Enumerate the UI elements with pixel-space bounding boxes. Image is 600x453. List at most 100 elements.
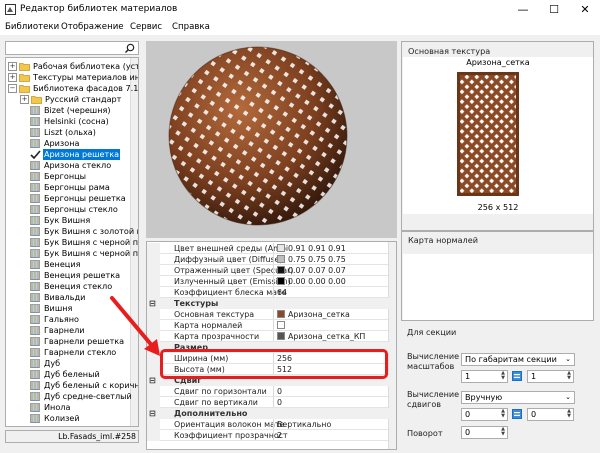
- shift-y-value: 0: [531, 409, 537, 419]
- search-icon[interactable]: [124, 43, 136, 54]
- link-scale-button[interactable]: [512, 371, 522, 381]
- material-icon: [30, 238, 40, 247]
- tree-item-label: Венеция: [44, 259, 81, 269]
- tree-item[interactable]: Венеция: [6, 259, 131, 270]
- scale-y-input[interactable]: 1 ▲ ▼: [527, 370, 574, 383]
- tree-item[interactable]: Бергонцы рама: [6, 182, 131, 193]
- tree-item-label: Helsinki (сосна): [44, 116, 109, 126]
- property-row[interactable]: Сдвиг по вертикали 0: [147, 397, 390, 408]
- property-row[interactable]: Отраженный цвет (Specular) 0.07 0.07 0.07: [147, 265, 390, 276]
- tree-item[interactable]: Bizet (черешня): [6, 105, 131, 116]
- property-value-text: 0: [277, 398, 283, 407]
- tree-item[interactable]: Бергонцы решетка: [6, 193, 131, 204]
- tree-item-label: Гальяно: [44, 314, 79, 324]
- tree-item[interactable]: Liszt (ольха): [6, 127, 131, 138]
- tree-item[interactable]: Бергонцы стекло: [6, 204, 131, 215]
- collapse-icon[interactable]: ⊟: [149, 408, 156, 419]
- shift-y-input[interactable]: 0 ▲ ▼: [527, 408, 574, 421]
- scale-x-input[interactable]: 1 ▲ ▼: [461, 370, 508, 383]
- collapse-icon[interactable]: ⊟: [149, 375, 156, 386]
- property-row[interactable]: Диффузный цвет (Diffuse) 0.75 0.75 0.75: [147, 254, 390, 265]
- shift-mode-select[interactable]: Вручную ⌄: [461, 391, 575, 404]
- material-icon: [30, 216, 40, 225]
- menu-help[interactable]: Справка: [172, 22, 210, 32]
- spin-arrows-icon[interactable]: ▲ ▼: [565, 409, 573, 420]
- material-icon: [30, 183, 40, 192]
- tree-item[interactable]: Аризона: [6, 138, 131, 149]
- expand-toggle-icon[interactable]: −: [8, 84, 17, 93]
- property-row[interactable]: Карта прозрачности Аризона_сетка_КП: [147, 331, 390, 342]
- menu-libraries[interactable]: Библиотеки: [5, 22, 59, 32]
- expand-toggle-icon[interactable]: +: [8, 73, 17, 82]
- shift-x-input[interactable]: 0 ▲ ▼: [461, 408, 508, 421]
- property-row[interactable]: Цвет внешней среды (Ambi 0.91 0.91 0.91: [147, 243, 390, 254]
- tree-item-label: Аризона: [44, 138, 80, 148]
- tree-item[interactable]: Инола: [6, 402, 131, 413]
- property-row[interactable]: Карта нормалей: [147, 320, 390, 331]
- tree-item[interactable]: Бук Вишня с черной пати: [6, 248, 138, 259]
- material-icon: [30, 260, 40, 269]
- tree-item[interactable]: Helsinki (сосна): [6, 116, 131, 127]
- spin-arrows-icon[interactable]: ▲ ▼: [499, 371, 507, 382]
- scale-mode-select[interactable]: По габаритам секции ⌄: [461, 353, 575, 366]
- tree-item[interactable]: + Рабочая библиотека (устаре: [6, 61, 138, 72]
- property-row[interactable]: Сдвиг по горизонтали 0: [147, 386, 390, 397]
- expand-toggle-icon[interactable]: +: [20, 95, 29, 104]
- tree-item[interactable]: Дуб беленый: [6, 369, 131, 380]
- tree-item-label: Колизей: [44, 413, 80, 423]
- tree-item-label: Русский стандарт: [45, 94, 122, 104]
- menu-service[interactable]: Сервис: [130, 22, 162, 32]
- spin-arrows-icon[interactable]: ▲ ▼: [499, 427, 507, 438]
- material-icon: [30, 106, 40, 115]
- color-swatch: [277, 266, 285, 274]
- maximize-button[interactable]: ☐: [539, 0, 569, 19]
- link-shift-button[interactable]: [512, 409, 522, 419]
- link-icon: [514, 412, 520, 416]
- tree-item[interactable]: Колизей: [6, 413, 131, 424]
- menu-view[interactable]: Отображение: [61, 22, 124, 32]
- tree-item[interactable]: Бук Вишня: [6, 215, 131, 226]
- library-tree[interactable]: + Рабочая библиотека (устаре + Текстуры мат…: [5, 57, 139, 427]
- tree-item[interactable]: Бук Вишня с черной пати: [6, 237, 138, 248]
- link-icon: [514, 374, 520, 378]
- tree-item[interactable]: Бергонцы: [6, 171, 131, 182]
- property-grid[interactable]: Цвет внешней среды (Ambi 0.91 0.91 0.91 Ди…: [146, 241, 397, 450]
- tree-item[interactable]: Аризона стекло: [6, 160, 131, 171]
- material-icon: [30, 315, 40, 324]
- minimize-button[interactable]: —: [508, 0, 538, 19]
- property-row[interactable]: Коэффициент прозрачност 2: [147, 430, 390, 441]
- property-row[interactable]: Основная текстура Аризона_сетка: [147, 309, 390, 320]
- spin-arrows-icon[interactable]: ▲ ▼: [499, 409, 507, 420]
- texture-panel-title: Основная текстура: [408, 46, 491, 56]
- tree-item[interactable]: − Библиотека фасадов 7.1: [6, 83, 138, 94]
- property-value-text: Вертикально: [277, 420, 332, 429]
- shift-mode-value: Вручную: [465, 392, 503, 402]
- property-category[interactable]: ⊟ Текстуры: [147, 298, 390, 309]
- property-row[interactable]: Коэффициент блеска мате 64: [147, 287, 390, 298]
- expand-toggle-icon[interactable]: +: [8, 62, 17, 71]
- property-category[interactable]: ⊟ Дополнительно: [147, 408, 390, 419]
- tree-search-input[interactable]: [5, 41, 139, 55]
- tree-item[interactable]: Дуб беленый с коричневой: [6, 380, 138, 391]
- close-button[interactable]: ✕: [570, 0, 600, 19]
- texture-panel: Основная текстура Аризона_сетка 256 x 51…: [401, 41, 594, 231]
- tree-item[interactable]: Дуб средне-светлый: [6, 391, 132, 402]
- tree-item[interactable]: + Русский стандарт: [6, 94, 131, 105]
- tree-item[interactable]: Венеция решетка: [6, 270, 131, 281]
- property-row[interactable]: Излученный цвет (Emission) 0.00 0.00 0.00: [147, 276, 390, 287]
- property-gutter: [147, 430, 160, 441]
- tree-item[interactable]: Бук Вишня с золотой пати: [6, 226, 138, 237]
- tree-item-label: Дуб беленый: [44, 369, 100, 379]
- scale-x-value: 1: [465, 371, 471, 381]
- tree-item-label: Бук Вишня с черной пати: [44, 237, 139, 247]
- material-preview[interactable]: [146, 41, 397, 238]
- tree-item[interactable]: + Текстуры материалов интер: [6, 72, 138, 83]
- sphere-preview: [168, 46, 348, 226]
- rotate-input[interactable]: 0 ▲ ▼: [461, 426, 508, 439]
- property-row[interactable]: Ориентация волокон мате Вертикально: [147, 419, 390, 430]
- property-gutter: [147, 386, 160, 397]
- tree-item[interactable]: Аризона решетка: [6, 149, 131, 160]
- texture-name: Аризона_сетка: [403, 57, 593, 68]
- spin-arrows-icon[interactable]: ▲ ▼: [565, 371, 573, 382]
- tree-item-label: Текстуры материалов интер: [33, 72, 139, 82]
